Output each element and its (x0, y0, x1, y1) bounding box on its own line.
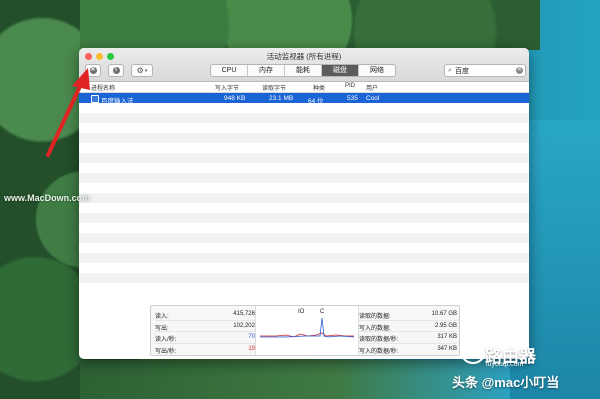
process-table: 百度输入法 948 KB 23.1 MB 64 位 535 Cool (79, 93, 529, 294)
empty-row (79, 203, 529, 213)
stat-reads-per-sec: 读入/秒: 70 (155, 332, 255, 344)
io-stats: 读入: 415,726 写出: 102,202 读入/秒: 70 写出/秒: 1… (155, 309, 255, 355)
chevron-down-icon: ▾ (144, 67, 148, 74)
stat-label: 写出/秒: (155, 348, 177, 355)
tab-disk[interactable]: 磁盘 (321, 65, 358, 76)
activity-sparkline (260, 317, 355, 338)
column-header-user[interactable]: 用户 (366, 83, 378, 92)
router-site-watermark: luyouqi.com (486, 361, 524, 368)
tab-cpu[interactable]: CPU (211, 65, 247, 76)
empty-row (79, 243, 529, 253)
empty-row (79, 273, 529, 283)
search-input[interactable]: 百度 (455, 66, 469, 76)
stat-data-written: 写入的数据: 2.95 GB (359, 321, 457, 332)
empty-row (79, 153, 529, 163)
empty-row (79, 253, 529, 263)
stat-value: 415,726 (233, 311, 255, 317)
info-icon: i (112, 67, 120, 74)
stat-data-read: 读取的数据: 10.67 GB (359, 309, 457, 321)
column-header-pid[interactable]: PID (345, 83, 355, 89)
bytes-read: 23.1 MB (269, 94, 294, 102)
table-header: 进程名称 写入字节 读取字节 种类 PID 用户 (79, 82, 529, 93)
tab-bar: CPU 内存 能耗 磁盘 网络 (210, 64, 396, 77)
toutiao-watermark: 头条 @mac小叮当 (452, 375, 560, 390)
macdown-watermark: www.MacDown.com (4, 193, 91, 203)
tab-memory[interactable]: 内存 (247, 65, 284, 76)
window-title: 活动监视器 (所有进程) (266, 52, 342, 61)
router-logo-icon (460, 338, 486, 364)
stat-value: 10.67 GB (431, 311, 457, 317)
table-row[interactable]: 百度输入法 948 KB 23.1 MB 64 位 535 Cool (79, 93, 529, 105)
empty-row (79, 223, 529, 233)
search-field[interactable]: ⌕ 百度 ✕ (444, 64, 526, 77)
column-header-bytes-read[interactable]: 读取字节 (262, 83, 286, 92)
stat-label: 写出: (155, 325, 169, 332)
empty-row (79, 233, 529, 243)
stat-reads-in: 读入: 415,726 (155, 309, 255, 321)
stat-label: 读取的数据: (359, 314, 391, 320)
inspect-process-button[interactable]: i (108, 64, 124, 77)
stat-value: 102,202 (233, 322, 255, 329)
tab-energy[interactable]: 能耗 (284, 65, 321, 76)
empty-row (79, 263, 529, 273)
stat-label: 写入的数据/秒: (359, 348, 399, 355)
empty-row (79, 213, 529, 223)
stat-value: 19 (248, 345, 255, 352)
column-header-process-name[interactable]: 进程名称 (91, 83, 115, 92)
stat-label: 读入: (155, 314, 169, 320)
titlebar: 活动监视器 (所有进程) ✕ i ⚙ ▾ CPU 内存 能耗 磁盘 网络 ⌕ 百… (79, 48, 529, 82)
empty-row (79, 183, 529, 193)
stat-value: 70 (248, 334, 255, 340)
empty-row (79, 123, 529, 133)
search-icon: ⌕ (448, 66, 452, 74)
process-pid: 535 (347, 94, 358, 102)
bytes-written: 948 KB (224, 94, 246, 102)
data-stats: 读取的数据: 10.67 GB 写入的数据: 2.95 GB 读取的数据/秒: … (359, 309, 457, 355)
empty-row (79, 193, 529, 203)
stat-writes-out: 写出: 102,202 (155, 321, 255, 332)
empty-row (79, 113, 529, 123)
close-icon: ✕ (89, 67, 97, 74)
activity-monitor-window: 活动监视器 (所有进程) ✕ i ⚙ ▾ CPU 内存 能耗 磁盘 网络 ⌕ 百… (79, 48, 529, 359)
empty-row (79, 163, 529, 173)
stat-value: 2.95 GB (434, 322, 457, 329)
empty-row (79, 103, 529, 113)
stat-value: 347 KB (437, 345, 457, 352)
disk-summary-panel: 读入: 415,726 写出: 102,202 读入/秒: 70 写出/秒: 1… (150, 305, 460, 356)
quit-process-button[interactable]: ✕ (85, 64, 101, 77)
empty-row (79, 283, 529, 293)
column-header-kind[interactable]: 种类 (313, 83, 325, 92)
tab-network[interactable]: 网络 (358, 65, 395, 76)
stat-label: 读取的数据/秒: (359, 337, 399, 343)
column-header-bytes-written[interactable]: 写入字节 (215, 83, 239, 92)
gear-icon: ⚙ (136, 66, 144, 75)
clear-search-icon[interactable]: ✕ (516, 67, 523, 74)
stat-value: 317 KB (437, 334, 457, 340)
stat-data-read-per-sec: 读取的数据/秒: 317 KB (359, 332, 457, 344)
empty-row (79, 133, 529, 143)
stat-label: 读入/秒: (155, 337, 177, 343)
stat-data-written-per-sec: 写入的数据/秒: 347 KB (359, 344, 457, 355)
process-user: Cool (366, 94, 380, 102)
background-trees-bottom (80, 360, 510, 399)
action-menu-button[interactable]: ⚙ ▾ (131, 64, 153, 77)
disk-activity-graph[interactable]: IO C (255, 306, 359, 355)
stat-label: 写入的数据: (359, 325, 391, 332)
empty-row (79, 173, 529, 183)
empty-row (79, 143, 529, 153)
app-icon (91, 95, 99, 103)
background-trees-top (80, 0, 540, 50)
stat-writes-per-sec: 写出/秒: 19 (155, 344, 255, 355)
